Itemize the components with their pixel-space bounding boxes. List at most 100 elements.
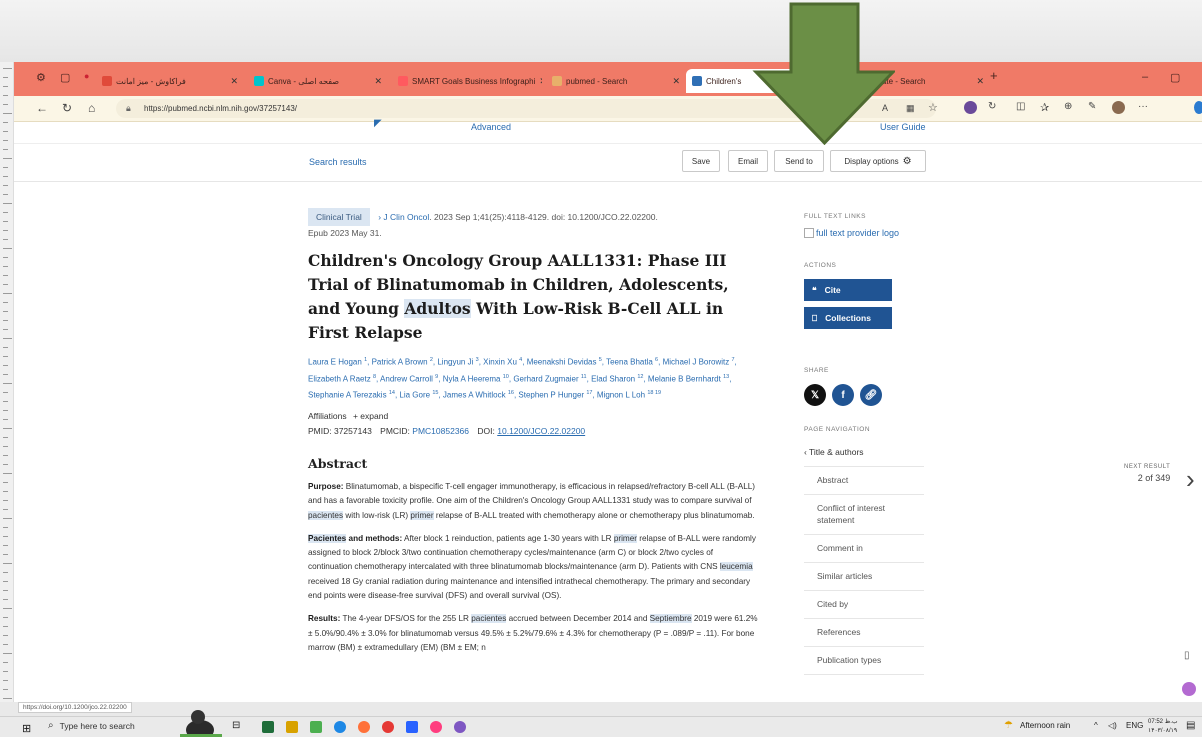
collections-icon[interactable]: ⊕: [1064, 101, 1072, 112]
author-affiliation-number[interactable]: 1: [364, 357, 367, 363]
page-nav-item[interactable]: Publication types: [804, 647, 924, 675]
tray-chevron-icon[interactable]: ^: [1094, 721, 1098, 730]
page-nav-item[interactable]: Conflict of interest statement: [804, 495, 924, 535]
tab-3[interactable]: pubmed - Search ✕: [546, 69, 686, 93]
save-button[interactable]: Save: [682, 150, 720, 172]
app-icon[interactable]: ▦: [906, 103, 915, 114]
author-link[interactable]: Stephen P Hunger: [518, 391, 584, 400]
notification-icon[interactable]: ▤: [1186, 720, 1195, 731]
expand-affiliations-button[interactable]: + expand: [353, 411, 388, 421]
pinned-tab-icon[interactable]: ●: [84, 71, 89, 81]
home-icon[interactable]: ⌂: [88, 101, 95, 115]
cite-button[interactable]: ❝ Cite: [804, 279, 892, 301]
author-affiliation-number[interactable]: 17: [586, 390, 592, 396]
clock-date[interactable]: ۱۴۰۳/۰۸/۱۹: [1148, 727, 1177, 734]
send-to-button[interactable]: Send to: [774, 150, 824, 172]
author-link[interactable]: Gerhard Zugmaier: [513, 374, 578, 383]
author-affiliation-number[interactable]: 18 19: [647, 390, 661, 396]
author-affiliation-number[interactable]: 4: [519, 357, 522, 363]
language-indicator[interactable]: ENG: [1126, 721, 1143, 730]
author-link[interactable]: Lingyun Ji: [437, 358, 473, 367]
next-result[interactable]: NEXT RESULT 2 of 349 ›: [1124, 464, 1195, 494]
author-affiliation-number[interactable]: 14: [389, 390, 395, 396]
facebook-icon[interactable]: f: [832, 384, 854, 406]
tab-actions-icon[interactable]: ▢: [60, 71, 70, 84]
app-icon[interactable]: [454, 721, 466, 733]
search-results-link[interactable]: Search results: [309, 157, 367, 167]
more-menu-icon[interactable]: ···: [1138, 101, 1148, 112]
chrome-icon[interactable]: [382, 721, 394, 733]
windows-start-icon[interactable]: ⊞: [22, 722, 31, 735]
profile-avatar[interactable]: [1112, 101, 1125, 114]
back-icon[interactable]: ←: [36, 101, 48, 115]
page-nav-item[interactable]: Similar articles: [804, 563, 924, 591]
author-affiliation-number[interactable]: 12: [637, 374, 643, 380]
tab-0[interactable]: فراکاوش - میز امانت ✕: [96, 69, 244, 93]
author-link[interactable]: Elad Sharon: [591, 374, 635, 383]
page-nav-item[interactable]: Cited by: [804, 591, 924, 619]
author-link[interactable]: Lia Gore: [399, 391, 430, 400]
firefox-icon[interactable]: [358, 721, 370, 733]
author-affiliation-number[interactable]: 5: [599, 357, 602, 363]
x-twitter-icon[interactable]: 𝕏: [804, 384, 826, 406]
close-tab-icon[interactable]: ✕: [535, 76, 542, 87]
author-link[interactable]: Andrew Carroll: [380, 374, 433, 383]
new-tab-button[interactable]: +: [990, 68, 998, 83]
full-text-provider-link[interactable]: full text provider logo: [804, 228, 944, 238]
display-options-button[interactable]: Display options ⚙: [830, 150, 926, 172]
author-affiliation-number[interactable]: 8: [373, 374, 376, 380]
copilot-icon[interactable]: [1194, 101, 1202, 114]
author-link[interactable]: Stephanie A Terezakis: [308, 391, 387, 400]
app-icon[interactable]: [430, 721, 442, 733]
email-button[interactable]: Email: [728, 150, 768, 172]
author-affiliation-number[interactable]: 15: [432, 390, 438, 396]
page-nav-item[interactable]: Comment in: [804, 535, 924, 563]
author-affiliation-number[interactable]: 9: [435, 374, 438, 380]
favorites-icon[interactable]: ✰: [1040, 101, 1049, 114]
author-link[interactable]: James A Whitlock: [443, 391, 506, 400]
author-affiliation-number[interactable]: 10: [503, 374, 509, 380]
author-affiliation-number[interactable]: 11: [581, 374, 587, 380]
author-affiliation-number[interactable]: 3: [476, 357, 479, 363]
tab-1[interactable]: Canva - صفحه اصلی ✕: [248, 69, 388, 93]
workspaces-icon[interactable]: ⚙: [36, 71, 46, 84]
weather-text[interactable]: Afternoon rain: [1020, 721, 1070, 730]
doi-link[interactable]: 10.1200/JCO.22.02200: [497, 426, 585, 436]
gorilla-widget-icon[interactable]: [180, 708, 222, 737]
advanced-search-link[interactable]: Advanced: [471, 122, 511, 132]
volume-icon[interactable]: ◁): [1108, 721, 1117, 730]
page-nav-item[interactable]: Abstract: [804, 467, 924, 495]
author-link[interactable]: Xinxin Xu: [483, 358, 517, 367]
task-view-icon[interactable]: ⊟: [232, 720, 244, 732]
close-tab-icon[interactable]: ✕: [226, 76, 238, 87]
close-tab-icon[interactable]: ✕: [370, 76, 382, 87]
edge-icon[interactable]: [334, 721, 346, 733]
author-link[interactable]: Meenakshi Devidas: [527, 358, 597, 367]
close-tab-icon[interactable]: ✕: [972, 76, 984, 87]
side-copilot-icon[interactable]: [1182, 682, 1196, 696]
weather-icon[interactable]: ☂: [1004, 720, 1013, 731]
author-affiliation-number[interactable]: 13: [723, 374, 729, 380]
author-link[interactable]: Patrick A Brown: [372, 358, 428, 367]
author-affiliation-number[interactable]: 16: [508, 390, 514, 396]
clock-time[interactable]: 07:52 ب.ظ: [1148, 718, 1178, 725]
author-link[interactable]: Nyla A Heerema: [443, 374, 501, 383]
publication-type-badge[interactable]: Clinical Trial: [308, 208, 370, 226]
extension-icon[interactable]: [964, 101, 977, 114]
page-nav-item[interactable]: ‹ Title & authors: [804, 439, 924, 467]
pmcid-link[interactable]: PMC10852366: [412, 426, 469, 436]
maximize-icon[interactable]: ▢: [1170, 71, 1180, 84]
excel-icon[interactable]: [262, 721, 274, 733]
extensions-icon[interactable]: ✎: [1088, 101, 1096, 112]
store-icon[interactable]: [310, 721, 322, 733]
permalink-icon[interactable]: 🔗︎: [860, 384, 882, 406]
author-link[interactable]: Mignon L Loh: [597, 391, 645, 400]
tab-2[interactable]: SMART Goals Business Infographi ✕: [392, 69, 542, 93]
author-link[interactable]: Michael J Borowitz: [663, 358, 730, 367]
side-reader-icon[interactable]: ▯: [1184, 650, 1190, 661]
collections-button[interactable]: ⎕ Collections: [804, 307, 892, 329]
app-icon[interactable]: [406, 721, 418, 733]
author-link[interactable]: Elizabeth A Raetz: [308, 374, 371, 383]
split-screen-icon[interactable]: ◫: [1016, 101, 1025, 112]
file-explorer-icon[interactable]: [286, 721, 298, 733]
